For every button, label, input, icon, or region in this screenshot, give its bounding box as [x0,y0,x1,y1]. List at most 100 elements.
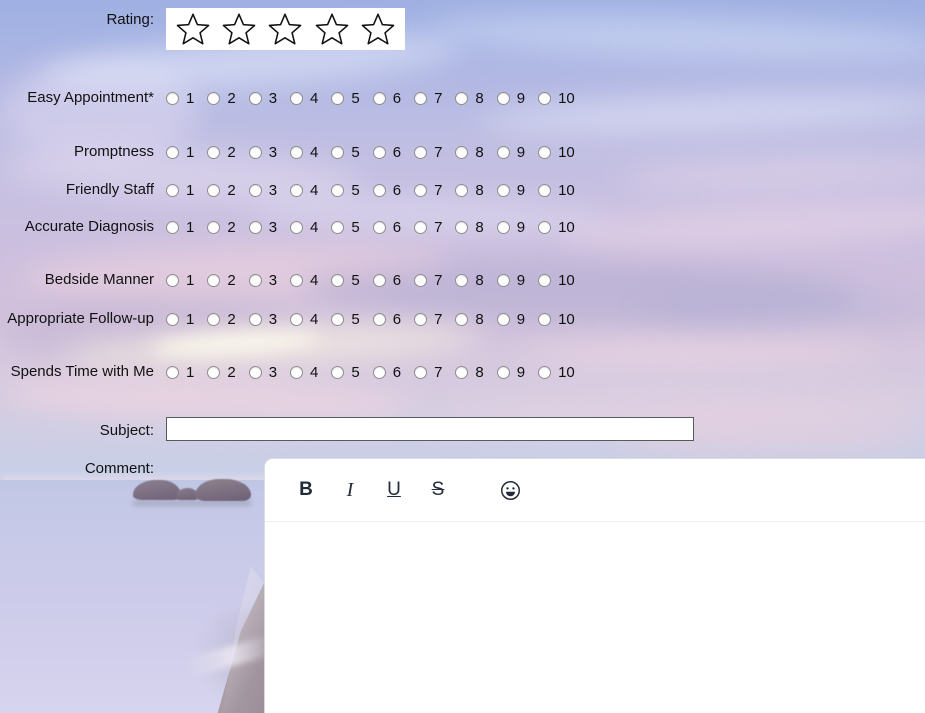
radio-button[interactable] [331,313,345,326]
radio-option-appropriate-follow-up-4[interactable]: 4 [290,310,318,329]
radio-button[interactable] [372,184,386,197]
radio-button[interactable] [538,366,552,379]
radio-button[interactable] [290,92,304,105]
radio-option-accurate-diagnosis-9[interactable]: 9 [496,218,525,237]
radio-button[interactable] [207,146,221,159]
radio-option-bedside-manner-10[interactable]: 10 [538,271,575,290]
radio-button[interactable] [166,221,179,234]
radio-option-easy-appointment-6[interactable]: 6 [372,89,401,108]
radio-option-bedside-manner-6[interactable]: 6 [372,271,401,290]
radio-option-friendly-staff-2[interactable]: 2 [207,181,236,200]
radio-option-appropriate-follow-up-8[interactable]: 8 [455,310,484,329]
radio-button[interactable] [414,146,428,159]
radio-option-promptness-5[interactable]: 5 [331,143,360,162]
radio-option-bedside-manner-5[interactable]: 5 [331,271,360,290]
radio-button[interactable] [207,92,221,105]
radio-button[interactable] [331,221,345,234]
radio-option-easy-appointment-8[interactable]: 8 [455,89,484,108]
radio-button[interactable] [248,184,262,197]
radio-button[interactable] [414,92,428,105]
star-outline-icon[interactable] [361,12,395,46]
radio-option-promptness-7[interactable]: 7 [414,143,442,162]
radio-button[interactable] [455,92,469,105]
radio-option-accurate-diagnosis-4[interactable]: 4 [290,218,318,237]
radio-button[interactable] [166,366,179,379]
radio-option-promptness-9[interactable]: 9 [496,143,525,162]
radio-option-bedside-manner-1[interactable]: 1 [166,271,194,290]
radio-option-promptness-10[interactable]: 10 [538,143,575,162]
radio-option-friendly-staff-8[interactable]: 8 [455,181,484,200]
radio-option-bedside-manner-2[interactable]: 2 [207,271,236,290]
radio-button[interactable] [290,366,304,379]
bold-button[interactable]: B [289,473,323,507]
radio-option-friendly-staff-7[interactable]: 7 [414,181,442,200]
radio-button[interactable] [538,146,552,159]
comment-textarea[interactable] [265,522,925,713]
radio-option-spends-time-with-me-1[interactable]: 1 [166,363,194,382]
radio-button[interactable] [166,92,179,105]
radio-button[interactable] [207,313,221,326]
radio-button[interactable] [414,274,428,287]
radio-button[interactable] [290,274,304,287]
radio-option-promptness-6[interactable]: 6 [372,143,401,162]
radio-button[interactable] [538,184,552,197]
radio-option-bedside-manner-3[interactable]: 3 [248,271,277,290]
radio-option-accurate-diagnosis-10[interactable]: 10 [538,218,575,237]
radio-button[interactable] [538,313,552,326]
radio-option-friendly-staff-6[interactable]: 6 [372,181,401,200]
radio-button[interactable] [455,184,469,197]
radio-button[interactable] [248,313,262,326]
radio-button[interactable] [455,366,469,379]
radio-option-friendly-staff-1[interactable]: 1 [166,181,194,200]
radio-button[interactable] [538,221,552,234]
radio-option-spends-time-with-me-5[interactable]: 5 [331,363,360,382]
radio-button[interactable] [331,274,345,287]
star-outline-icon[interactable] [176,12,210,46]
star-outline-icon[interactable] [315,12,349,46]
radio-button[interactable] [455,221,469,234]
radio-button[interactable] [331,146,345,159]
radio-button[interactable] [372,221,386,234]
radio-button[interactable] [290,184,304,197]
radio-button[interactable] [455,146,469,159]
radio-option-easy-appointment-1[interactable]: 1 [166,89,194,108]
radio-option-bedside-manner-9[interactable]: 9 [496,271,525,290]
underline-button[interactable]: U [377,473,411,507]
radio-option-easy-appointment-5[interactable]: 5 [331,89,360,108]
star-rating-control[interactable] [166,8,405,50]
radio-option-spends-time-with-me-4[interactable]: 4 [290,363,318,382]
radio-button[interactable] [414,184,428,197]
radio-option-appropriate-follow-up-9[interactable]: 9 [496,310,525,329]
radio-button[interactable] [248,274,262,287]
star-outline-icon[interactable] [222,12,256,46]
radio-button[interactable] [290,146,304,159]
radio-button[interactable] [372,313,386,326]
radio-option-bedside-manner-4[interactable]: 4 [290,271,318,290]
radio-option-promptness-3[interactable]: 3 [248,143,277,162]
radio-option-appropriate-follow-up-1[interactable]: 1 [166,310,194,329]
radio-option-spends-time-with-me-2[interactable]: 2 [207,363,236,382]
radio-button[interactable] [496,221,510,234]
radio-button[interactable] [248,366,262,379]
radio-option-accurate-diagnosis-6[interactable]: 6 [372,218,401,237]
radio-button[interactable] [290,313,304,326]
radio-option-accurate-diagnosis-8[interactable]: 8 [455,218,484,237]
radio-option-spends-time-with-me-6[interactable]: 6 [372,363,401,382]
radio-option-easy-appointment-9[interactable]: 9 [496,89,525,108]
radio-button[interactable] [207,274,221,287]
radio-button[interactable] [538,274,552,287]
radio-button[interactable] [372,146,386,159]
radio-option-accurate-diagnosis-1[interactable]: 1 [166,218,194,237]
radio-button[interactable] [372,92,386,105]
radio-option-appropriate-follow-up-5[interactable]: 5 [331,310,360,329]
radio-button[interactable] [207,184,221,197]
radio-button[interactable] [166,274,179,287]
radio-option-accurate-diagnosis-2[interactable]: 2 [207,218,236,237]
radio-button[interactable] [496,366,510,379]
star-outline-icon[interactable] [268,12,302,46]
radio-button[interactable] [248,92,262,105]
radio-option-appropriate-follow-up-10[interactable]: 10 [538,310,575,329]
radio-option-appropriate-follow-up-3[interactable]: 3 [248,310,277,329]
radio-option-promptness-4[interactable]: 4 [290,143,318,162]
radio-button[interactable] [455,313,469,326]
